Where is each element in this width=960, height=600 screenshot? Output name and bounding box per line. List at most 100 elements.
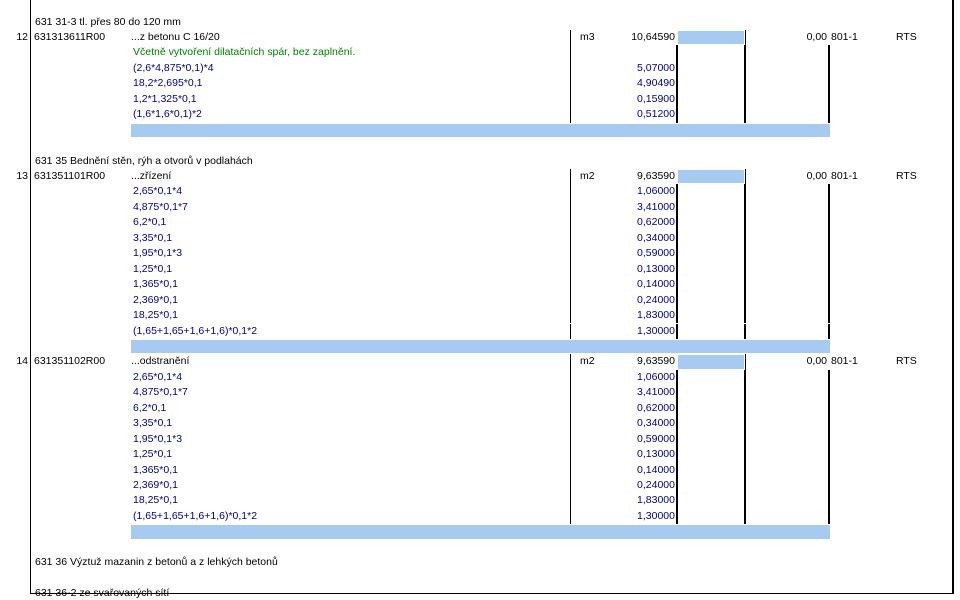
calc-value: 0,14000 (637, 463, 675, 476)
row-divider (570, 215, 571, 231)
row-divider (676, 184, 678, 200)
col-line-right (952, 0, 954, 594)
row-divider (570, 431, 571, 448)
row-divider (745, 29, 746, 46)
row-divider (570, 76, 571, 92)
summary-bar (131, 525, 830, 539)
item-source: RTS (896, 30, 917, 43)
item-quantity: 10,64590 (631, 30, 675, 43)
row-divider (745, 169, 746, 185)
calc-expression: 1,365*0,1 (133, 278, 178, 291)
row-divider (570, 416, 571, 432)
row-divider (570, 261, 571, 278)
row-divider (744, 478, 746, 494)
row-divider (744, 230, 746, 247)
summary-bar (131, 339, 830, 354)
row-divider (676, 60, 678, 77)
row-divider (828, 508, 830, 525)
row-divider (744, 76, 746, 92)
calc-value: 0,34000 (637, 417, 675, 430)
row-divider (744, 493, 746, 509)
row-divider (676, 508, 678, 525)
row-divider (570, 462, 571, 478)
price-input-cell[interactable] (678, 170, 744, 184)
row-divider (676, 478, 678, 494)
price-input-cell[interactable] (678, 30, 744, 45)
row-divider (744, 416, 746, 432)
row-divider (828, 323, 830, 339)
calc-expression: 1,365*0,1 (133, 463, 178, 476)
row-divider (744, 308, 746, 324)
row-divider (570, 369, 571, 386)
row-divider (828, 462, 830, 478)
calc-value: 0,59000 (637, 432, 675, 445)
row-divider (570, 323, 571, 339)
calc-expression: 18,2*2,695*0,1 (133, 77, 203, 90)
row-divider (570, 478, 571, 494)
section-header: 631 36 Výztuž mazanin z betonů a z lehký… (35, 556, 278, 569)
row-divider (676, 261, 678, 278)
row-divider (828, 369, 830, 386)
calc-expression: (2,6*4,875*0,1)*4 (133, 61, 214, 74)
calc-value: 1,30000 (637, 324, 675, 337)
calc-expression: 2,369*0,1 (133, 293, 178, 306)
row-divider (676, 323, 678, 339)
calc-expression: 1,95*0,1*3 (133, 432, 183, 445)
row-divider (744, 431, 746, 448)
row-divider (676, 230, 678, 247)
row-divider (570, 308, 571, 324)
row-divider (828, 76, 830, 92)
row-divider (570, 60, 571, 77)
item-description: ...odstranění (131, 355, 190, 368)
section-header: 631 35 Bednění stěn, rýh a otvorů v podl… (35, 154, 253, 167)
calc-expression: (1,6*1,6*0,1)*2 (133, 108, 202, 121)
row-divider (570, 385, 571, 401)
row-divider (744, 400, 746, 417)
row-divider (744, 184, 746, 200)
item-number: 14 (16, 355, 28, 368)
calc-expression: 2,65*0,1*4 (133, 185, 183, 198)
calc-expression: 1,2*1,325*0,1 (133, 92, 197, 105)
calc-expression: 3,35*0,1 (133, 231, 173, 244)
item-section: 801-1 (831, 30, 858, 43)
calc-expression: 3,35*0,1 (133, 417, 173, 430)
calc-value: 0,24000 (637, 479, 675, 491)
row-divider (570, 169, 571, 185)
row-divider (828, 292, 830, 309)
row-divider (570, 354, 571, 370)
price-input-cell[interactable] (678, 355, 744, 369)
item-source: RTS (896, 355, 917, 368)
row-divider (570, 107, 571, 123)
calc-value: 5,07000 (637, 61, 675, 74)
calc-expression: (1,65+1,65+1,6+1,6)*0,1*2 (133, 324, 258, 337)
row-divider (744, 215, 746, 231)
item-price: 0,00 (806, 170, 827, 182)
row-divider (570, 184, 571, 200)
row-divider (676, 107, 678, 123)
item-note: Včetně vytvoření dilatačních spár, bez z… (133, 46, 356, 59)
row-divider (676, 447, 678, 463)
row-divider (744, 447, 746, 463)
row-divider (570, 277, 571, 293)
row-divider (676, 91, 678, 108)
calc-value: 1,30000 (637, 509, 675, 522)
row-divider (570, 29, 571, 46)
row-divider (676, 416, 678, 432)
summary-bar (131, 123, 830, 138)
row-divider (828, 385, 830, 401)
row-divider (744, 246, 746, 262)
row-divider (744, 199, 746, 216)
row-divider (744, 107, 746, 123)
col-line-left (30, 0, 31, 594)
row-divider (744, 45, 746, 61)
row-divider (570, 400, 571, 417)
row-divider (828, 184, 830, 200)
item-description: ...z betonu C 16/20 (131, 30, 220, 43)
row-divider (828, 215, 830, 231)
row-divider (570, 292, 571, 309)
row-divider (676, 493, 678, 509)
row-divider (676, 215, 678, 231)
row-divider (828, 246, 830, 262)
calc-value: 0,51200 (637, 108, 675, 121)
row-divider (570, 230, 571, 247)
